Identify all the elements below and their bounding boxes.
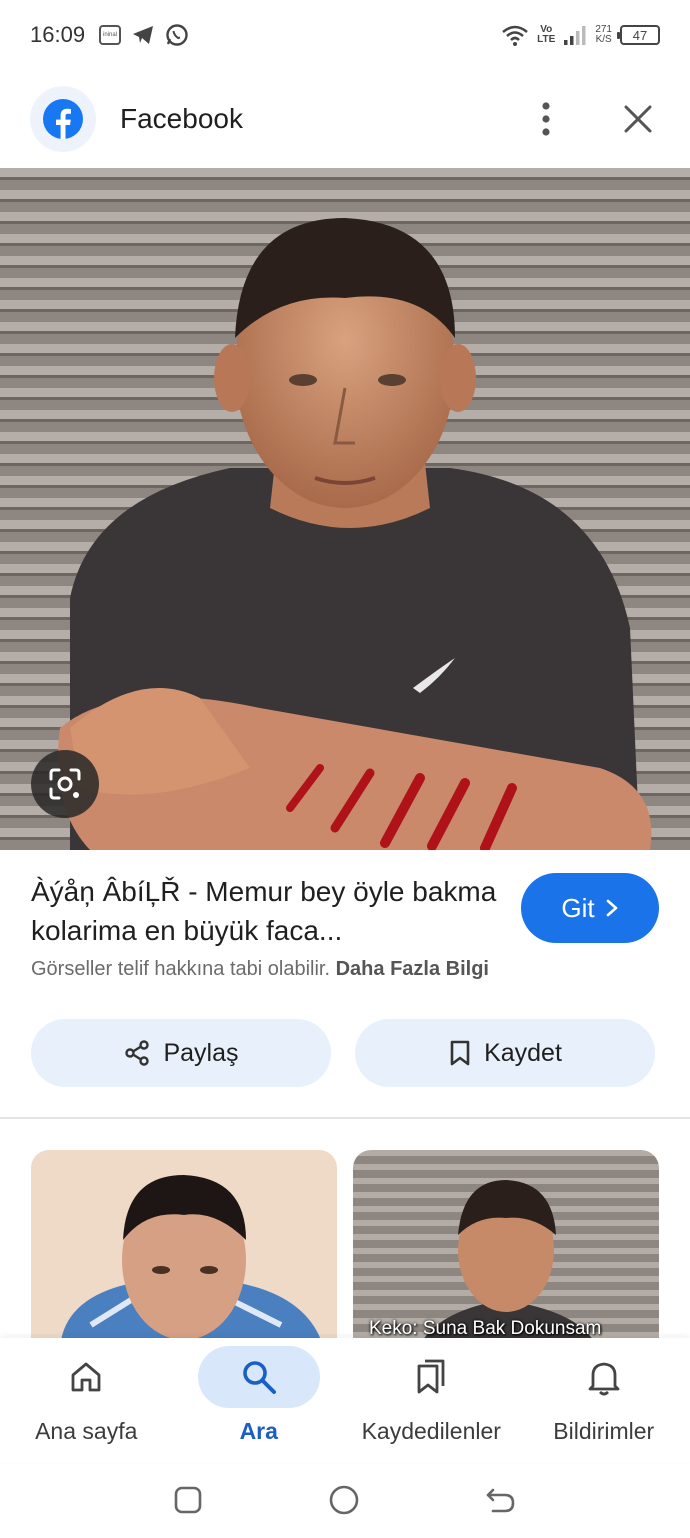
save-button[interactable]: Kaydet	[355, 1019, 655, 1087]
more-vert-icon[interactable]	[524, 97, 568, 141]
status-time: 16:09	[30, 22, 86, 47]
more-info-link[interactable]: Daha Fazla Bilgi	[336, 958, 489, 980]
volte-indicator: Vo LTE	[537, 24, 556, 45]
system-status-icons: Vo LTE 271 K/S 47	[501, 24, 660, 46]
nav-collections-label: Kaydedilenler	[361, 1418, 501, 1444]
whatsapp-icon	[165, 23, 189, 47]
nav-notifications-label: Bildirimler	[553, 1418, 655, 1444]
share-label: Paylaş	[163, 1038, 239, 1067]
nav-home[interactable]: Ana sayfa	[0, 1338, 173, 1462]
home-icon	[71, 1362, 101, 1392]
close-icon[interactable]	[616, 97, 660, 141]
related-image-2[interactable]: Keko: Suna Bak Dokunsam	[353, 1150, 659, 1340]
source-title[interactable]: Facebook	[120, 103, 243, 135]
nav-search-label: Ara	[239, 1418, 278, 1444]
ininal-icon: ininal	[99, 25, 122, 45]
source-header: Facebook	[0, 70, 690, 168]
share-icon	[125, 1040, 150, 1066]
telegram-icon	[131, 24, 155, 46]
collections-icon	[417, 1359, 445, 1394]
facebook-logo[interactable]	[30, 86, 96, 152]
bell-icon	[588, 1362, 620, 1396]
system-navigation	[0, 1462, 690, 1538]
result-title: Àýåņ ÂbíĻŘ - Memur bey öyle bakma kolari…	[31, 876, 497, 946]
lens-search-button[interactable]	[31, 750, 99, 818]
back-icon[interactable]	[485, 1485, 517, 1515]
nav-search[interactable]: Ara	[173, 1338, 346, 1462]
bookmark-icon	[450, 1040, 470, 1066]
nav-notifications[interactable]: Bildirimler	[518, 1338, 690, 1462]
related-image-1[interactable]	[31, 1150, 337, 1340]
status-bar: 16:09 ininal Vo LTE 271 K/S 47	[0, 0, 690, 70]
notification-icons: ininal	[99, 23, 189, 47]
go-button-label: Git	[561, 892, 595, 923]
signal-icon	[563, 24, 587, 46]
battery-icon: 47	[617, 25, 660, 45]
wifi-icon	[501, 24, 529, 46]
nav-home-label: Ana sayfa	[35, 1418, 138, 1444]
related-image-caption: Keko: Suna Bak Dokunsam	[369, 1318, 602, 1339]
go-button[interactable]: Git	[521, 873, 659, 943]
search-icon	[242, 1361, 276, 1394]
main-image[interactable]	[0, 168, 690, 850]
recent-apps-icon[interactable]	[173, 1485, 203, 1515]
nav-collections[interactable]: Kaydedilenler	[345, 1338, 518, 1462]
bottom-navigation: Ana sayfa Ara Kaydedilenler Bildirimler	[0, 1338, 690, 1462]
home-circle-icon[interactable]	[328, 1484, 360, 1516]
copyright-text: Görseller telif hakkına tabi olabilir.	[31, 958, 331, 980]
chevron-right-icon	[606, 899, 617, 917]
divider	[0, 1117, 690, 1119]
copyright-notice: Görseller telif hakkına tabi olabilir. D…	[31, 958, 489, 981]
lens-icon	[49, 768, 81, 800]
network-speed: 271 K/S	[595, 24, 612, 45]
share-button[interactable]: Paylaş	[31, 1019, 331, 1087]
save-label: Kaydet	[484, 1038, 562, 1067]
